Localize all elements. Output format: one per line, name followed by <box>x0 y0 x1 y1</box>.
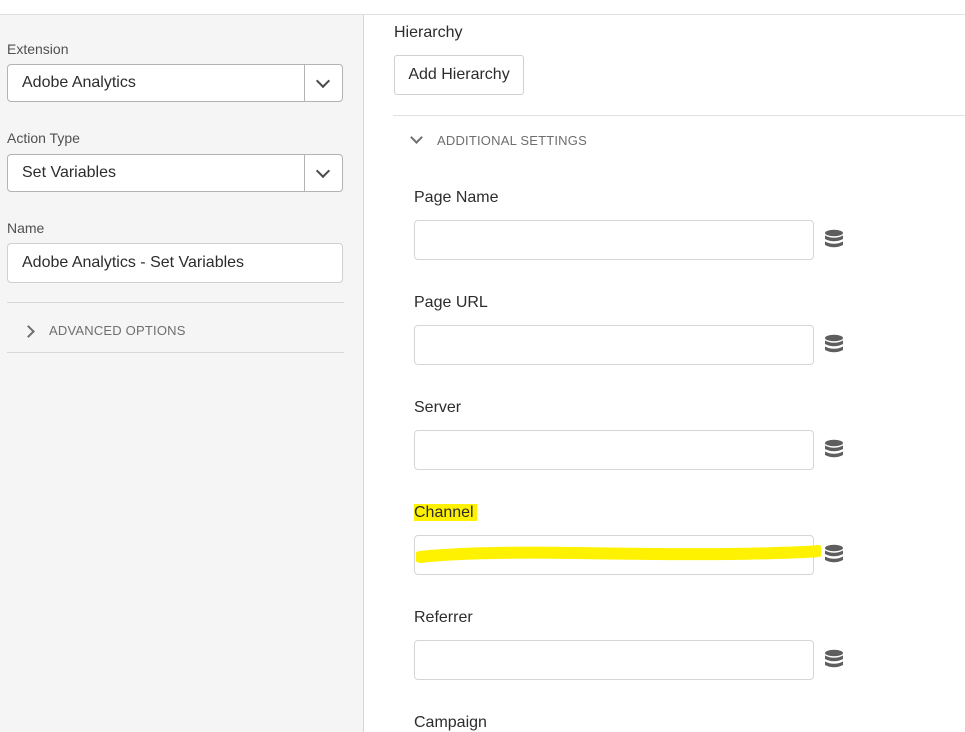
left-panel: Extension Adobe Analytics Action Type Se… <box>0 15 364 732</box>
additional-settings-toggle[interactable]: ADDITIONAL SETTINGS <box>410 130 630 152</box>
database-icon[interactable] <box>824 544 844 566</box>
database-icon[interactable] <box>824 649 844 671</box>
chevron-right-icon <box>22 325 35 338</box>
page-url-label: Page URL <box>414 294 488 311</box>
name-label: Name <box>7 220 45 236</box>
add-hierarchy-button[interactable]: Add Hierarchy <box>394 55 524 95</box>
page-name-input[interactable] <box>414 220 814 260</box>
server-label: Server <box>414 399 462 416</box>
database-icon[interactable] <box>824 439 844 461</box>
database-icon[interactable] <box>824 334 844 356</box>
campaign-label: Campaign <box>414 714 487 731</box>
action-type-label: Action Type <box>7 130 80 146</box>
action-type-dropdown-button[interactable] <box>304 155 342 191</box>
divider <box>7 302 344 303</box>
chevron-down-icon <box>315 163 331 179</box>
divider <box>393 115 965 116</box>
page-name-label: Page Name <box>414 189 499 206</box>
extension-select[interactable]: Adobe Analytics <box>7 64 343 102</box>
server-input[interactable] <box>414 430 814 470</box>
divider <box>7 352 344 353</box>
chevron-down-icon <box>410 131 423 144</box>
database-icon[interactable] <box>824 229 844 251</box>
referrer-input[interactable] <box>414 640 814 680</box>
additional-settings-label: ADDITIONAL SETTINGS <box>437 133 587 148</box>
channel-input[interactable] <box>414 535 814 575</box>
advanced-options-toggle[interactable]: ADVANCED OPTIONS <box>20 319 340 345</box>
channel-label: Channel <box>414 504 477 522</box>
referrer-label: Referrer <box>414 609 473 626</box>
action-type-select[interactable]: Set Variables <box>7 154 343 192</box>
hierarchy-label: Hierarchy <box>394 24 463 41</box>
name-input[interactable] <box>7 243 343 283</box>
page-url-input[interactable] <box>414 325 814 365</box>
extension-select-value: Adobe Analytics <box>22 74 136 91</box>
extension-dropdown-button[interactable] <box>304 65 342 101</box>
extension-label: Extension <box>7 41 69 57</box>
top-bar <box>0 0 965 15</box>
right-panel: Hierarchy Add Hierarchy ADDITIONAL SETTI… <box>364 15 965 732</box>
action-type-select-value: Set Variables <box>22 164 116 181</box>
channel-label-text: Channel <box>414 504 477 521</box>
advanced-options-label: ADVANCED OPTIONS <box>49 323 186 338</box>
chevron-down-icon <box>315 73 331 89</box>
